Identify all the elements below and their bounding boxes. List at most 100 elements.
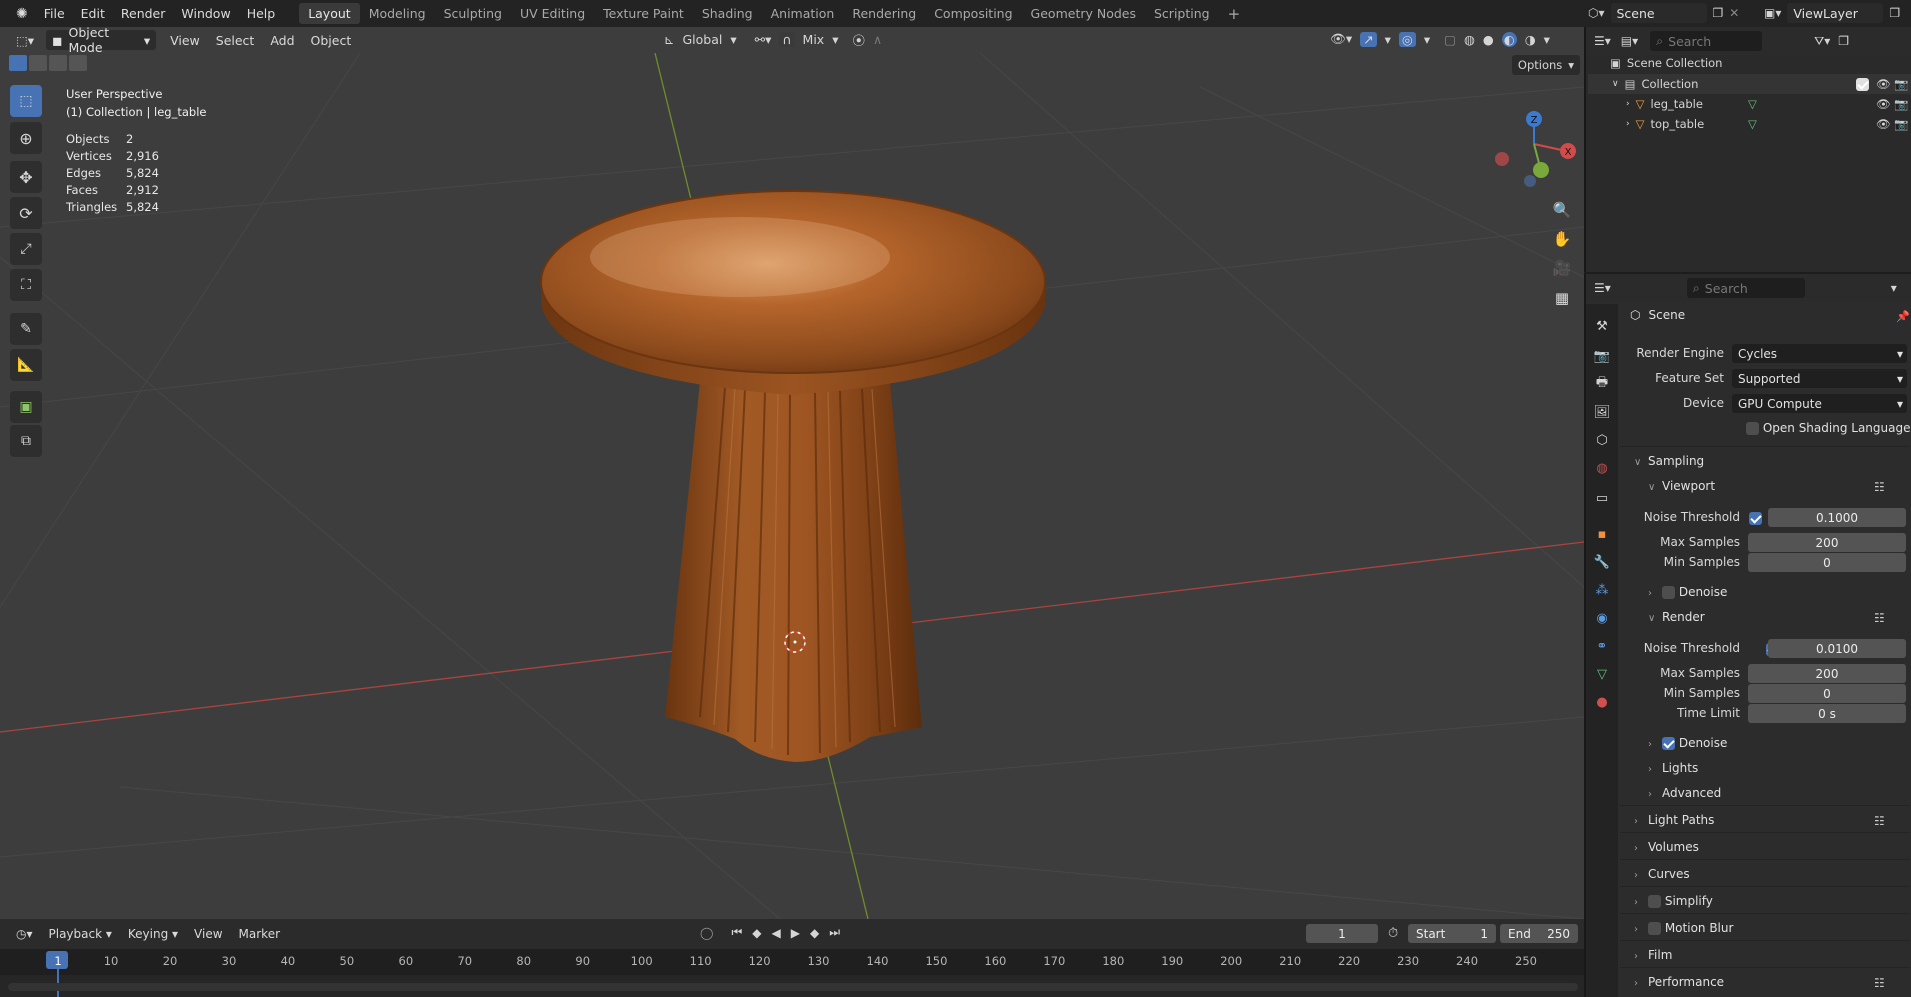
motion-blur-checkbox[interactable] (1648, 922, 1661, 935)
menu-edit[interactable]: Edit (73, 6, 113, 21)
render-tab-icon[interactable]: 📷 (1590, 344, 1614, 368)
r-denoise-checkbox[interactable] (1662, 737, 1675, 750)
navigation-gizmo[interactable]: Z X (1486, 89, 1582, 189)
tab-shading[interactable]: Shading (693, 3, 762, 24)
gizmo-toggle-icon[interactable]: ↗ (1360, 31, 1377, 47)
chevron-down-icon[interactable]: ▾ (1385, 32, 1391, 47)
menu-render[interactable]: Render (113, 6, 174, 21)
record-icon[interactable]: ◯ (700, 926, 713, 940)
measure-tool[interactable]: 📐 (10, 349, 42, 381)
menu-help[interactable]: Help (239, 6, 284, 21)
tab-geometry-nodes[interactable]: Geometry Nodes (1022, 3, 1145, 24)
transform-tool[interactable]: ⛶ (10, 269, 42, 301)
film-panel[interactable]: › Film (1634, 948, 1672, 962)
orientation-dropdown[interactable]: Global (682, 32, 722, 47)
zoom-icon[interactable]: 🔍 (1549, 197, 1575, 223)
outliner-editor-type-icon[interactable]: ☰▾ (1594, 34, 1611, 48)
properties-editor-type-icon[interactable]: ☰▾ (1594, 281, 1611, 295)
outliner-search-input[interactable]: ⌕ Search (1650, 31, 1763, 51)
simplify-checkbox[interactable] (1648, 895, 1661, 908)
pivot-icon[interactable]: ⚯▾ (755, 32, 772, 47)
osl-checkbox[interactable] (1746, 422, 1759, 435)
osl-checkbox-row[interactable]: Open Shading Language (1746, 421, 1910, 435)
marker-menu[interactable]: Marker (231, 925, 288, 943)
curves-panel[interactable]: › Curves (1634, 867, 1690, 881)
r-noise-threshold-field[interactable]: 0.0100 (1768, 639, 1906, 658)
select-subtract-icon[interactable] (49, 55, 67, 71)
move-tool[interactable]: ✥ (10, 161, 42, 193)
vp-min-samples-field[interactable]: 0 (1748, 553, 1906, 572)
menu-add[interactable]: Add (262, 31, 302, 50)
world-tab-icon[interactable]: ◍ (1590, 456, 1614, 480)
chevron-right-icon[interactable]: › (1626, 99, 1630, 109)
options-dropdown[interactable]: Options ▾ (1512, 55, 1580, 75)
new-scene-icon[interactable]: ❐ (1713, 6, 1724, 20)
proportional-editing-icon[interactable]: ⦿ (852, 30, 865, 49)
menu-select[interactable]: Select (208, 31, 263, 50)
physics-tab-icon[interactable]: ◉ (1590, 606, 1614, 630)
xray-icon[interactable]: ▢ (1444, 32, 1456, 47)
simplify-panel[interactable]: › Simplify (1634, 894, 1713, 908)
timeline-view-menu[interactable]: View (186, 925, 230, 943)
eye-icon[interactable]: 👁 (1876, 117, 1891, 131)
play-icon[interactable]: ▶ (791, 926, 800, 940)
new-collection-icon[interactable]: ❐ (1838, 34, 1849, 48)
add-object-tool[interactable]: ⧉ (10, 425, 42, 457)
advanced-subpanel[interactable]: › Advanced (1648, 786, 1721, 800)
view-layer-icon[interactable]: ▣▾ (1764, 6, 1781, 20)
constraints-tab-icon[interactable]: ⚭ (1590, 634, 1614, 658)
select-new-icon[interactable] (9, 55, 27, 71)
chevron-right-icon[interactable]: › (1626, 119, 1630, 129)
play-reverse-icon[interactable]: ◀ (771, 926, 780, 940)
camera-icon[interactable]: 📷 (1894, 97, 1908, 111)
timeline-editor-type-icon[interactable]: ◷▾ (8, 925, 41, 943)
eye-icon[interactable]: 👁 (1876, 97, 1891, 111)
filter-icon[interactable]: ⛛▾ (1814, 34, 1830, 49)
vp-denoise-subpanel[interactable]: › Denoise (1648, 585, 1727, 599)
falloff-icon[interactable]: ∧ (873, 32, 882, 47)
time-limit-field[interactable]: 0 s (1748, 704, 1906, 723)
material-tab-icon[interactable]: ● (1590, 690, 1614, 714)
visibility-icon[interactable]: 👁▾ (1330, 31, 1352, 47)
add-workspace-button[interactable]: + (1219, 2, 1250, 26)
end-frame-field[interactable]: End 250 (1500, 924, 1578, 943)
annotate-tool[interactable]: ✎ (10, 313, 42, 345)
view-layer-tab-icon[interactable]: 🖼 (1590, 400, 1614, 424)
modifiers-tab-icon[interactable]: 🔧 (1590, 550, 1614, 574)
current-frame-field[interactable]: 1 (1306, 924, 1378, 943)
jump-start-icon[interactable]: ⏮ (731, 925, 742, 940)
solid-shading-icon[interactable]: ● (1483, 32, 1494, 47)
chevron-down-icon[interactable]: ▾ (1544, 32, 1550, 47)
presets-list-icon[interactable]: ☷ (1874, 976, 1888, 990)
camera-icon[interactable]: 📷 (1894, 117, 1908, 131)
select-intersect-icon[interactable] (69, 55, 87, 71)
prev-keyframe-icon[interactable]: ◆ (752, 926, 761, 940)
presets-list-icon[interactable]: ☷ (1874, 611, 1888, 625)
chevron-down-icon[interactable]: ▾ (1891, 281, 1897, 295)
menu-file[interactable]: File (36, 6, 73, 21)
wireframe-shading-icon[interactable]: ◍ (1464, 32, 1475, 47)
add-cube-tool[interactable]: ▣ (10, 391, 42, 423)
scene-tab-icon[interactable]: ⬡ (1590, 428, 1614, 452)
vp-noise-threshold-field[interactable]: 0.1000 (1768, 508, 1906, 527)
select-extend-icon[interactable] (29, 55, 47, 71)
vp-adaptive-sampling-checkbox[interactable] (1749, 512, 1762, 525)
pan-hand-icon[interactable]: ✋ (1549, 226, 1575, 252)
viewport-subpanel-header[interactable]: ∨ Viewport (1648, 479, 1715, 493)
presets-list-icon[interactable]: ☷ (1874, 480, 1888, 494)
rendered-shading-icon[interactable]: ◑ (1525, 32, 1536, 47)
scale-tool[interactable]: ⤢ (10, 233, 42, 265)
menu-view[interactable]: View (162, 31, 208, 50)
outliner-item-leg-table[interactable]: › ▽ leg_table ▽ 👁 📷 (1588, 94, 1911, 114)
display-mode-icon[interactable]: ▤▾ (1621, 34, 1638, 48)
r-max-samples-field[interactable]: 200 (1748, 664, 1906, 683)
collection-tab-icon[interactable]: ▭ (1590, 486, 1614, 510)
data-tab-icon[interactable]: ▽ (1590, 662, 1614, 686)
scene-collection-row[interactable]: ▣ Scene Collection (1610, 56, 1722, 70)
tab-layout[interactable]: Layout (299, 3, 360, 24)
remove-scene-icon[interactable]: ✕ (1729, 6, 1739, 20)
tab-texture-paint[interactable]: Texture Paint (594, 3, 693, 24)
select-box-tool[interactable]: ⬚ (10, 85, 42, 117)
feature-set-dropdown[interactable]: Supported ▾ (1732, 369, 1907, 388)
tab-rendering[interactable]: Rendering (843, 3, 925, 24)
